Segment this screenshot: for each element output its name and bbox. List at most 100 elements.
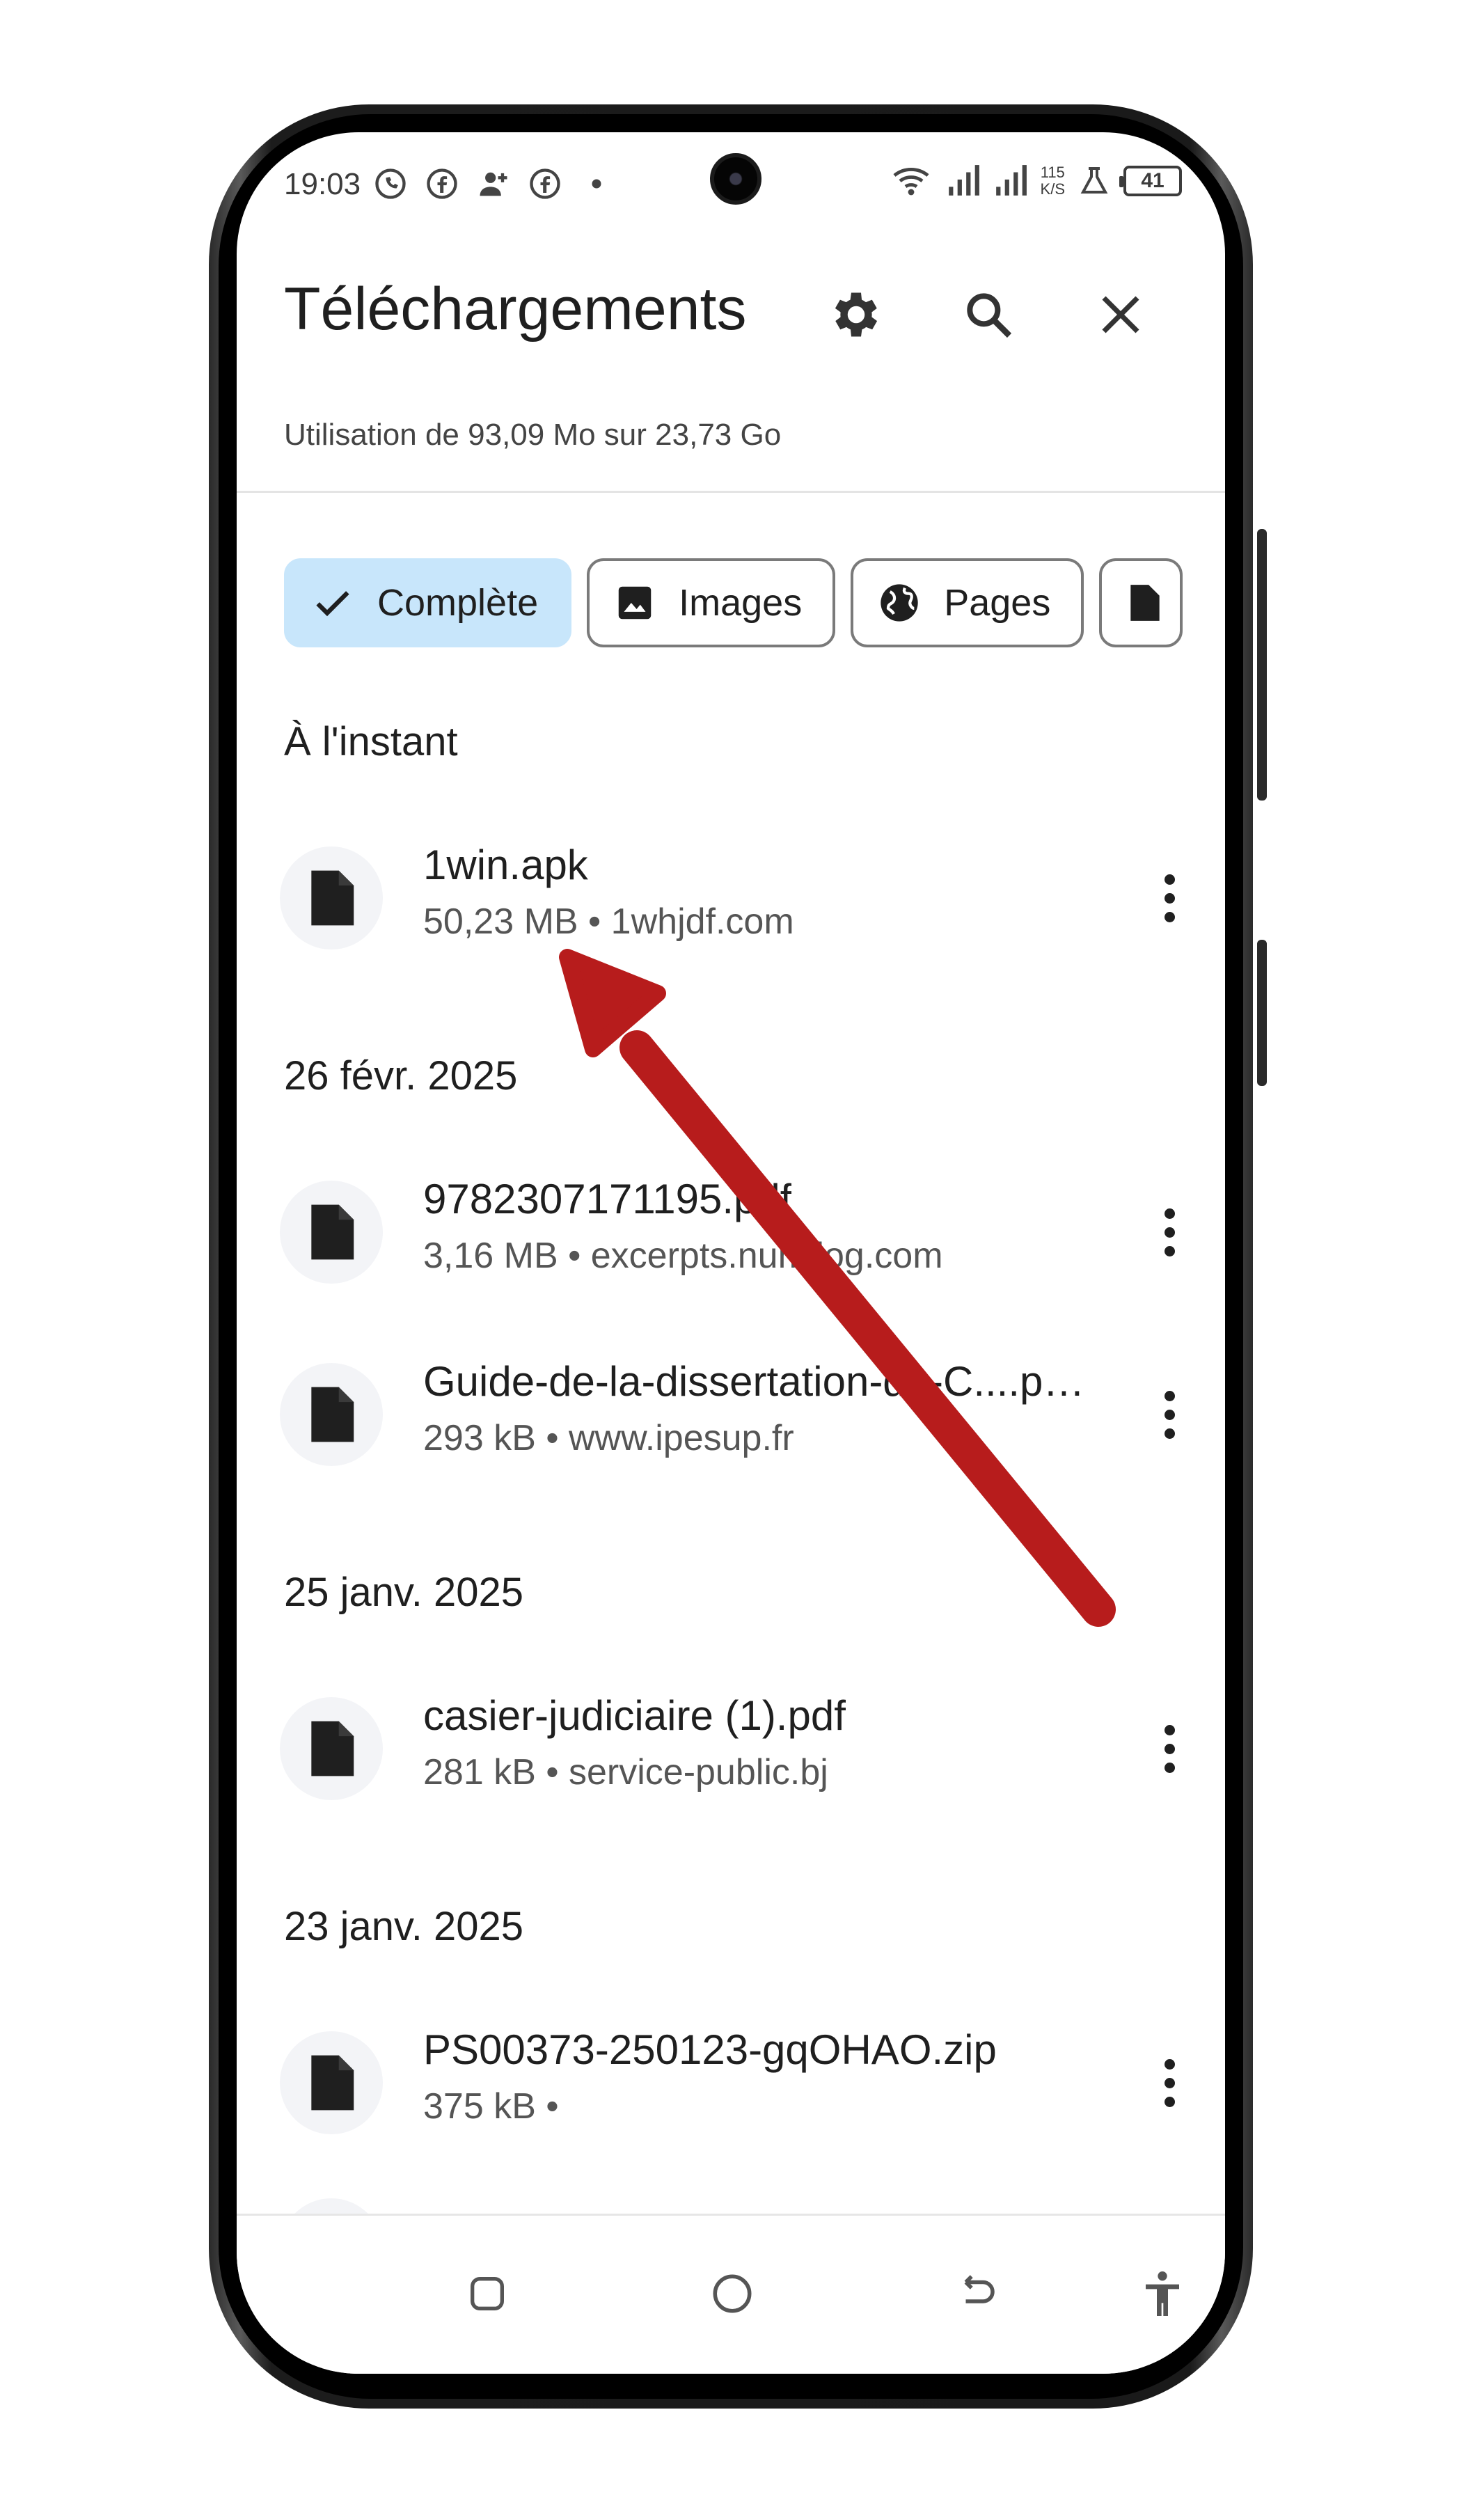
dot: [1164, 874, 1175, 885]
section-heading: 23 janv. 2025: [284, 1904, 523, 1949]
home-icon: [713, 2274, 752, 2313]
file-icon: [311, 2055, 354, 2111]
more-options-button[interactable]: [1142, 1373, 1197, 1456]
filter-chip-complete[interactable]: Complète: [284, 558, 572, 647]
facebook-icon: [530, 168, 560, 199]
file-meta: 50,23 MB • 1whjdf.com: [423, 901, 794, 942]
network-speed-value: 115: [1040, 164, 1065, 181]
filter-chip-partial[interactable]: [1099, 558, 1183, 647]
close-icon: [1102, 296, 1139, 333]
wifi-icon: [893, 168, 929, 196]
file-meta: 375 kB •: [423, 2086, 559, 2127]
image-icon: [618, 586, 652, 620]
phone-screen: 19:03 115 K/S 41 Téléchargements Utilisa…: [237, 132, 1225, 2374]
accessibility-button[interactable]: [1135, 2266, 1190, 2322]
file-meta: 293 kB • www.ipesup.fr: [423, 1418, 794, 1458]
storage-usage: Utilisation de 93,09 Mo sur 23,73 Go: [284, 418, 782, 452]
page-title: Téléchargements: [284, 276, 747, 342]
dot: [1164, 892, 1175, 904]
status-bar: 19:03 115 K/S 41: [237, 132, 1225, 237]
file-icon: [311, 1204, 354, 1260]
network-speed-unit: K/S: [1040, 180, 1065, 198]
dot: [1164, 1208, 1175, 1219]
dot: [1164, 1762, 1175, 1773]
search-icon: [967, 293, 1012, 338]
header-divider: [237, 491, 1225, 493]
lab-flask-icon: [1080, 167, 1108, 194]
signal-icon: [995, 165, 1027, 196]
battery-indicator: 41: [1119, 166, 1182, 196]
file-icon-container: [280, 846, 383, 949]
filter-chip-label: Images: [679, 582, 803, 624]
more-options-button[interactable]: [1142, 1707, 1197, 1790]
signal-icon: [948, 165, 979, 196]
section-heading: 26 févr. 2025: [284, 1053, 518, 1098]
filter-chip-label: Complète: [377, 582, 539, 624]
filter-chip-images[interactable]: Images: [587, 558, 836, 647]
document-icon: [1130, 585, 1160, 621]
dot: [1164, 1227, 1175, 1238]
file-icon-container: [280, 1363, 383, 1466]
dot: [1164, 2077, 1175, 2088]
file-icon: [311, 1387, 354, 1442]
section-heading: 25 janv. 2025: [284, 1570, 523, 1615]
volume-button: [1257, 529, 1267, 801]
dot: [1164, 1409, 1175, 1420]
more-options-button[interactable]: [1142, 856, 1197, 940]
globe-icon: [881, 584, 918, 622]
filter-chip-pages[interactable]: Pages: [851, 558, 1084, 647]
file-icon: [311, 870, 354, 926]
recent-apps-button[interactable]: [459, 2266, 515, 2322]
more-options-button[interactable]: [1142, 2041, 1197, 2125]
section-heading: À l'instant: [284, 719, 458, 764]
dot: [1164, 1245, 1175, 1256]
dot: [1164, 1724, 1175, 1735]
front-camera: [710, 153, 761, 205]
accessibility-icon: [1146, 2271, 1179, 2316]
whatsapp-icon: [375, 168, 406, 199]
close-button[interactable]: [1086, 280, 1155, 349]
file-name: 9782307171195.pdf: [423, 1176, 792, 1222]
network-speed: 115 K/S: [1041, 164, 1065, 198]
dot: [1164, 1428, 1175, 1439]
file-meta: 3,16 MB • excerpts.numilog.com: [423, 1236, 943, 1276]
dot: [1164, 1743, 1175, 1754]
file-name: PS00373-250123-gqOHAO.zip: [423, 2026, 997, 2073]
search-button[interactable]: [954, 280, 1023, 349]
recents-icon: [471, 2277, 504, 2310]
back-button[interactable]: [949, 2266, 1005, 2322]
file-icon-container: [280, 1697, 383, 1800]
dot-icon: [592, 179, 601, 189]
dot: [1164, 911, 1175, 922]
dot: [1164, 2096, 1175, 2107]
settings-button[interactable]: [821, 280, 891, 349]
file-name: casier-judiciaire (1).pdf: [423, 1692, 846, 1739]
download-item[interactable]: PS00373-250123-gqOHAO.zip 375 kB •: [237, 2020, 1225, 2145]
download-item[interactable]: 1win.apk 50,23 MB • 1whjdf.com: [237, 835, 1225, 961]
gear-icon: [835, 292, 878, 337]
back-icon: [964, 2275, 995, 2303]
notification-icons: [372, 166, 615, 202]
dot: [1164, 2058, 1175, 2070]
download-item[interactable]: casier-judiciaire (1).pdf 281 kB • servi…: [237, 1686, 1225, 1811]
dot: [1164, 1390, 1175, 1401]
file-name: Guide-de-la-dissertation-de-C....p…: [423, 1358, 1085, 1405]
system-nav-bar: [237, 2214, 1225, 2374]
file-icon-container: [280, 1181, 383, 1284]
power-button: [1257, 940, 1267, 1086]
facebook-icon: [427, 168, 457, 199]
download-item[interactable]: Guide-de-la-dissertation-de-C....p… 293 …: [237, 1352, 1225, 1477]
file-icon: [311, 1721, 354, 1776]
system-icons: 115 K/S 41: [892, 163, 1182, 199]
more-options-button[interactable]: [1142, 1190, 1197, 1274]
filter-chips: Complète Images Pages: [284, 558, 1183, 647]
check-icon: [316, 591, 349, 617]
contact-add-icon: [480, 172, 507, 196]
filter-chip-label: Pages: [944, 582, 1051, 624]
download-item[interactable]: 9782307171195.pdf 3,16 MB • excerpts.num…: [237, 1169, 1225, 1295]
home-button[interactable]: [704, 2266, 760, 2322]
file-icon-container: [280, 2031, 383, 2134]
status-time: 19:03: [284, 167, 361, 201]
file-meta: 281 kB • service-public.bj: [423, 1752, 828, 1792]
file-name: 1win.apk: [423, 842, 588, 888]
